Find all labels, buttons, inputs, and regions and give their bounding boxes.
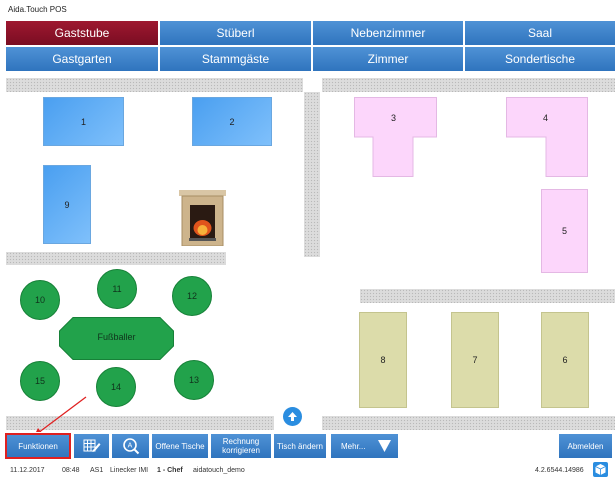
tab-zimmer[interactable]: Zimmer (313, 47, 463, 71)
floor-plan: 1 2 9 3 4 5 8 7 6 10 11 12 15 14 13 Fußb… (0, 74, 615, 437)
tab-gaststube[interactable]: Gaststube (6, 21, 158, 45)
table-14[interactable]: 14 (96, 367, 136, 407)
abmelden-button[interactable]: Abmelden (559, 434, 612, 458)
tab-nebenzimmer[interactable]: Nebenzimmer (313, 21, 463, 45)
table-7[interactable]: 7 (451, 312, 499, 408)
table-12[interactable]: 12 (172, 276, 212, 316)
info-box-icon[interactable] (593, 462, 608, 477)
window-title: Aida.Touch POS (8, 5, 67, 14)
tisch-aendern-button[interactable]: Tisch ändern (274, 434, 326, 458)
mehr-button[interactable]: Mehr... (331, 434, 398, 458)
tab-gastgarten[interactable]: Gastgarten (6, 47, 158, 71)
table-5[interactable]: 5 (541, 189, 588, 273)
search-table-icon: A (122, 438, 139, 455)
dropdown-arrow-icon (378, 440, 391, 452)
table-8[interactable]: 8 (359, 312, 407, 408)
status-user: Linecker IMI (110, 467, 149, 474)
table-4-label: 4 (543, 113, 549, 123)
table-3-label: 3 (391, 113, 397, 123)
wall-middle-right (360, 289, 615, 303)
status-role: 1 - Chef (157, 467, 183, 474)
mehr-label: Mehr... (341, 441, 366, 451)
offene-tische-button[interactable]: Offene Tische (152, 434, 208, 458)
table-2[interactable]: 2 (192, 97, 272, 146)
funktionen-button[interactable]: Funktionen (5, 433, 71, 459)
table-6[interactable]: 6 (541, 312, 589, 408)
room-tabs-row-1: Gaststube Stüberl Nebenzimmer Saal (6, 21, 615, 45)
room-tabs-row-2: Gastgarten Stammgäste Zimmer Sondertisch… (6, 47, 615, 71)
tab-sondertische[interactable]: Sondertische (465, 47, 615, 71)
table-fussballer[interactable]: Fußballer (59, 317, 174, 360)
table-4[interactable]: 4 (506, 97, 588, 177)
table-13[interactable]: 13 (174, 360, 214, 400)
table-fussballer-label: Fußballer (97, 332, 136, 342)
table-11[interactable]: 11 (97, 269, 137, 309)
bottom-toolbar: Funktionen A Offene Tische Rechnung korr… (0, 432, 615, 460)
wall-bottom-right (322, 416, 615, 430)
svg-text:A: A (127, 443, 132, 450)
wall-vertical-divider (304, 92, 320, 257)
status-database: aidatouch_demo (193, 467, 245, 474)
title-bar: Aida.Touch POS (0, 0, 615, 20)
table-edit-icon (83, 439, 100, 452)
status-station: AS1 (90, 467, 104, 474)
table-9[interactable]: 9 (43, 165, 91, 244)
scroll-up-icon[interactable] (283, 407, 302, 426)
table-edit-button[interactable] (74, 434, 109, 458)
tab-stueberl[interactable]: Stüberl (160, 21, 311, 45)
tab-saal[interactable]: Saal (465, 21, 615, 45)
search-table-button[interactable]: A (112, 434, 149, 458)
wall-middle-left (6, 252, 226, 265)
tab-stammgaeste[interactable]: Stammgäste (160, 47, 311, 71)
rechnung-label-line2: korrigieren (222, 446, 260, 455)
table-1[interactable]: 1 (43, 97, 124, 146)
fireplace-icon (179, 190, 226, 247)
rechnung-korrigieren-button[interactable]: Rechnung korrigieren (211, 434, 271, 458)
status-bar: 11.12.2017 08:48 AS1 Linecker IMI 1 - Ch… (0, 460, 615, 479)
rechnung-label-line1: Rechnung (222, 437, 260, 446)
wall-top-left (6, 78, 303, 92)
status-date: 11.12.2017 (10, 467, 45, 474)
table-3[interactable]: 3 (354, 97, 437, 177)
table-10[interactable]: 10 (20, 280, 60, 320)
status-version: 4.2.6544.14986 (535, 467, 584, 474)
wall-top-right (322, 78, 615, 92)
status-time: 08:48 (62, 467, 80, 474)
